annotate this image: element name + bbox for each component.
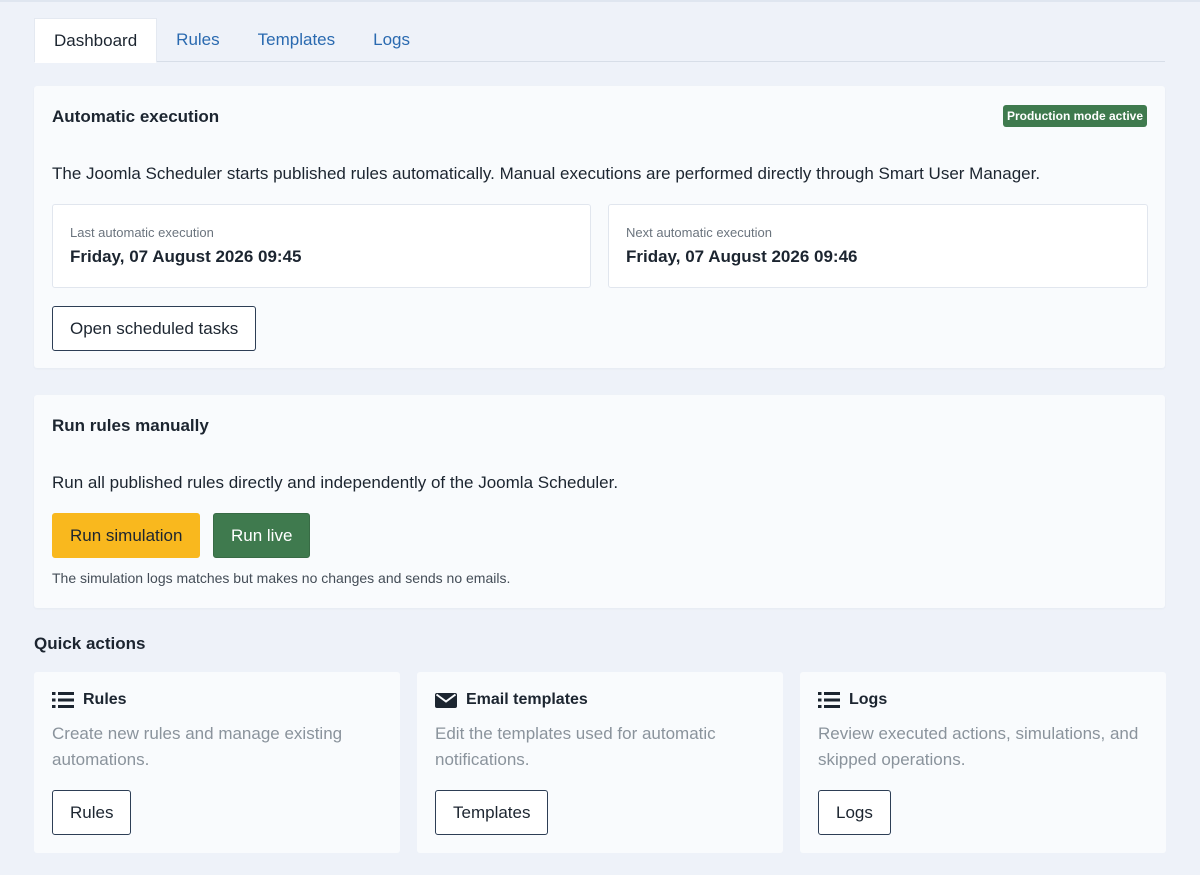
tab-templates[interactable]: Templates — [239, 18, 354, 62]
tab-bar: Dashboard Rules Templates Logs — [34, 18, 1165, 63]
list-icon — [52, 691, 74, 709]
next-execution-value: Friday, 07 August 2026 09:46 — [626, 247, 858, 266]
quick-action-logs-header: Logs — [818, 691, 887, 709]
quick-action-email-templates-title: Email templates — [466, 691, 588, 708]
quick-action-templates-button[interactable]: Templates — [435, 790, 549, 835]
tab-logs[interactable]: Logs — [354, 18, 429, 62]
list-icon — [818, 691, 840, 709]
open-scheduled-tasks-button[interactable]: Open scheduled tasks — [52, 306, 257, 351]
quick-action-email-templates-card: Email templates Edit the templates used … — [417, 672, 783, 853]
quick-action-rules-title: Rules — [83, 691, 127, 708]
run-rules-manually-description: Run all published rules directly and ind… — [52, 473, 619, 492]
quick-action-logs-title: Logs — [849, 691, 888, 708]
quick-actions-title: Quick actions — [34, 634, 146, 653]
quick-action-logs-button[interactable]: Logs — [818, 790, 891, 835]
last-execution-box: Last automatic execution Friday, 07 Augu… — [52, 204, 591, 288]
quick-action-rules-card: Rules Create new rules and manage existi… — [34, 672, 400, 853]
quick-action-rules-text: Create new rules and manage existing aut… — [52, 724, 343, 769]
envelope-icon — [435, 691, 457, 709]
quick-action-rules-button[interactable]: Rules — [52, 790, 132, 835]
quick-action-email-templates-text: Edit the templates used for automatic no… — [435, 724, 716, 769]
next-execution-box: Next automatic execution Friday, 07 Augu… — [608, 204, 1148, 288]
automatic-execution-description: The Joomla Scheduler starts published ru… — [52, 164, 1041, 183]
simulation-hint: The simulation logs matches but makes no… — [52, 570, 511, 586]
run-live-button[interactable]: Run live — [213, 513, 311, 558]
production-mode-badge: Production mode active — [1002, 105, 1147, 127]
tab-rules[interactable]: Rules — [157, 18, 238, 62]
quick-action-logs-text: Review executed actions, simulations, an… — [818, 724, 1139, 769]
quick-action-email-templates-header: Email templates — [435, 691, 588, 709]
tab-dashboard[interactable]: Dashboard — [34, 18, 158, 63]
last-execution-label: Last automatic execution — [70, 225, 214, 240]
run-simulation-button[interactable]: Run simulation — [52, 513, 201, 558]
last-execution-value: Friday, 07 August 2026 09:45 — [70, 247, 302, 266]
automatic-execution-title: Automatic execution — [52, 107, 220, 126]
automatic-execution-card: Automatic execution Production mode acti… — [34, 86, 1165, 368]
top-divider — [0, 0, 1200, 2]
run-rules-manually-card: Run rules manually Run all published rul… — [34, 395, 1165, 608]
next-execution-label: Next automatic execution — [626, 225, 772, 240]
quick-action-logs-card: Logs Review executed actions, simulation… — [800, 672, 1166, 853]
run-rules-manually-title: Run rules manually — [52, 416, 209, 435]
quick-action-rules-header: Rules — [52, 691, 127, 709]
